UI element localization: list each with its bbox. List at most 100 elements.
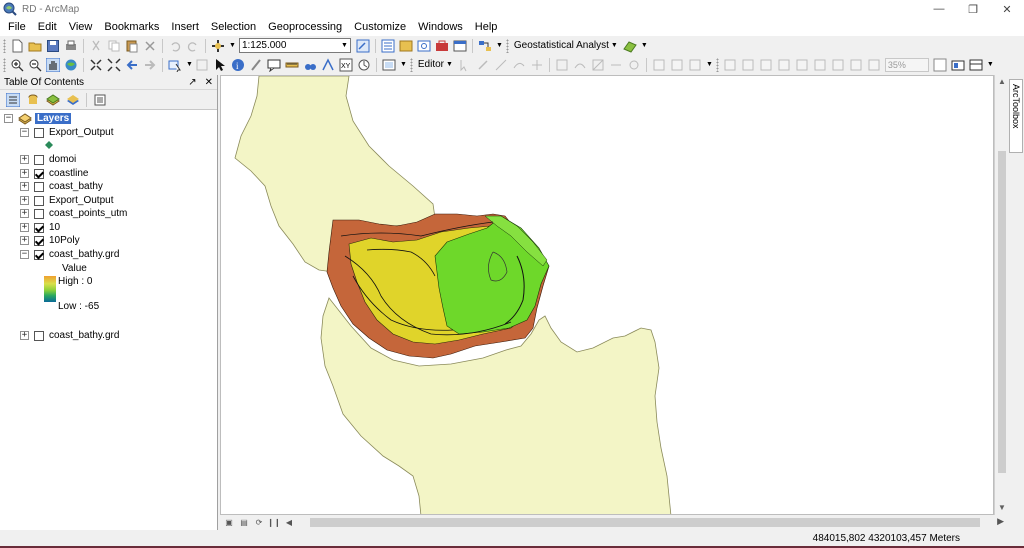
layer-row[interactable]: + coastline	[20, 167, 88, 180]
edit-tool-icon[interactable]	[458, 58, 472, 72]
maximize-button[interactable]: ❐	[956, 0, 990, 18]
clear-selection-icon[interactable]	[195, 58, 209, 72]
undo-icon[interactable]	[168, 39, 182, 53]
layer-name[interactable]: 10Poly	[49, 235, 80, 246]
save-icon[interactable]	[46, 39, 60, 53]
expand-toggle[interactable]: +	[20, 196, 29, 205]
split-icon[interactable]	[609, 58, 623, 72]
layer-name[interactable]: coastline	[49, 168, 88, 179]
measure-icon[interactable]	[285, 58, 299, 72]
expand-toggle[interactable]: +	[20, 182, 29, 191]
layer-visibility-checkbox[interactable]	[34, 208, 44, 219]
map-horizontal-scrollbar[interactable]	[290, 517, 992, 528]
scroll-down-arrow-icon[interactable]: ▼	[995, 501, 1009, 515]
arctoolbox-tab[interactable]: ArcToolbox	[1009, 79, 1023, 153]
open-folder-icon[interactable]	[28, 39, 42, 53]
chevron-down-icon[interactable]: ▼	[641, 42, 648, 49]
layer-row[interactable]: + domoi	[20, 153, 76, 166]
layer-visibility-checkbox[interactable]	[34, 168, 44, 179]
layer-name[interactable]: 10	[49, 222, 60, 233]
expand-toggle[interactable]: +	[20, 155, 29, 164]
redo-icon[interactable]	[186, 39, 200, 53]
layer-visibility-checkbox[interactable]	[34, 222, 44, 233]
menu-edit[interactable]: Edit	[32, 18, 63, 36]
layout-view-icon[interactable]: ▤	[238, 517, 250, 528]
layer-name[interactable]: coast_points_utm	[49, 208, 127, 219]
python-window-icon[interactable]	[453, 39, 467, 53]
zoom-in-icon[interactable]	[10, 58, 24, 72]
fixed-zoom-in-icon[interactable]	[89, 58, 103, 72]
layer-row[interactable]: + 10	[20, 221, 60, 234]
menu-help[interactable]: Help	[469, 18, 504, 36]
layer-row[interactable]: + coast_points_utm	[20, 207, 127, 220]
layer-visibility-checkbox[interactable]	[34, 154, 44, 165]
copy-icon[interactable]	[107, 39, 121, 53]
layer-row[interactable]: + Export_Output	[20, 194, 113, 207]
model-builder-icon[interactable]	[478, 39, 492, 53]
chevron-down-icon[interactable]: ▼	[229, 42, 236, 49]
layout-fixed-zoom-in-icon[interactable]	[813, 58, 827, 72]
zoom-whole-page-icon[interactable]	[777, 58, 791, 72]
toolbar-grip[interactable]	[409, 57, 413, 72]
table-of-contents-icon[interactable]	[381, 39, 395, 53]
expand-toggle[interactable]: +	[20, 223, 29, 232]
paste-icon[interactable]	[125, 39, 139, 53]
pause-drawing-icon[interactable]: ❙❙	[267, 517, 280, 528]
catalog-icon[interactable]	[399, 39, 413, 53]
layer-name[interactable]: coast_bathy.grd	[49, 330, 119, 341]
map-scale-dropdown[interactable]: 1:125.000 ▼	[238, 38, 351, 53]
map-canvas[interactable]	[221, 76, 994, 515]
select-features-icon[interactable]	[168, 58, 182, 72]
expand-toggle[interactable]: +	[20, 209, 29, 218]
reshape-icon[interactable]	[573, 58, 587, 72]
list-by-drawing-order-icon[interactable]	[6, 92, 20, 107]
focus-data-frame-icon[interactable]	[951, 58, 965, 72]
menu-insert[interactable]: Insert	[165, 18, 205, 36]
layout-zoom-out-icon[interactable]	[741, 58, 755, 72]
menu-customize[interactable]: Customize	[348, 18, 412, 36]
find-route-icon[interactable]	[321, 57, 335, 72]
close-icon[interactable]: ✕	[205, 77, 213, 88]
menu-file[interactable]: File	[0, 18, 32, 36]
menu-windows[interactable]: Windows	[412, 18, 469, 36]
layers-root-label[interactable]: Layers	[35, 113, 72, 124]
layer-row[interactable]: + 10Poly	[20, 234, 80, 247]
list-by-visibility-icon[interactable]	[46, 93, 60, 107]
geostatistical-analyst-menu[interactable]: Geostatistical Analyst ▼	[511, 40, 621, 51]
pin-icon[interactable]: ↗	[188, 77, 196, 88]
full-extent-icon[interactable]	[64, 58, 78, 72]
layer-visibility-checkbox[interactable]	[34, 127, 44, 138]
editor-toolbar-icon[interactable]	[356, 39, 370, 53]
layer-visibility-checkbox[interactable]	[34, 195, 44, 206]
time-slider-icon[interactable]	[357, 58, 371, 72]
scrollbar-thumb[interactable]	[998, 151, 1006, 473]
layer-row[interactable]: + coast_bathy	[20, 180, 103, 193]
fixed-zoom-out-icon[interactable]	[107, 57, 121, 72]
go-to-xy-icon[interactable]: XY	[339, 58, 353, 72]
html-popup-icon[interactable]	[267, 58, 281, 72]
toolbar-grip[interactable]	[3, 38, 6, 53]
layout-forward-icon[interactable]	[867, 58, 881, 72]
new-document-icon[interactable]	[10, 39, 24, 53]
refresh-icon[interactable]: ⟳	[253, 517, 265, 528]
toolbar-grip[interactable]	[505, 38, 509, 53]
toolbar-grip[interactable]	[715, 57, 719, 72]
point-icon[interactable]	[530, 58, 544, 72]
data-view-icon[interactable]: ▣	[223, 517, 235, 528]
scroll-up-arrow-icon[interactable]: ▲	[995, 75, 1009, 89]
layer-visibility-checkbox[interactable]	[34, 330, 44, 341]
layer-visibility-checkbox[interactable]	[34, 249, 44, 260]
map-vertical-scrollbar[interactable]: ▲ ▼	[994, 75, 1008, 515]
create-viewer-icon[interactable]	[382, 58, 396, 72]
change-layout-icon[interactable]	[969, 58, 983, 72]
chevron-down-icon[interactable]: ▼	[400, 61, 407, 68]
edit-annotation-icon[interactable]	[476, 58, 490, 72]
layer-name[interactable]: coast_bathy.grd	[49, 249, 119, 260]
layout-back-icon[interactable]	[849, 58, 863, 72]
close-button[interactable]: ✕	[990, 0, 1024, 18]
collapse-toggle[interactable]: −	[20, 250, 29, 259]
menu-view[interactable]: View	[63, 18, 99, 36]
chevron-down-icon[interactable]: ▼	[186, 61, 193, 68]
expand-toggle[interactable]: +	[20, 169, 29, 178]
straight-segment-icon[interactable]	[494, 58, 508, 72]
